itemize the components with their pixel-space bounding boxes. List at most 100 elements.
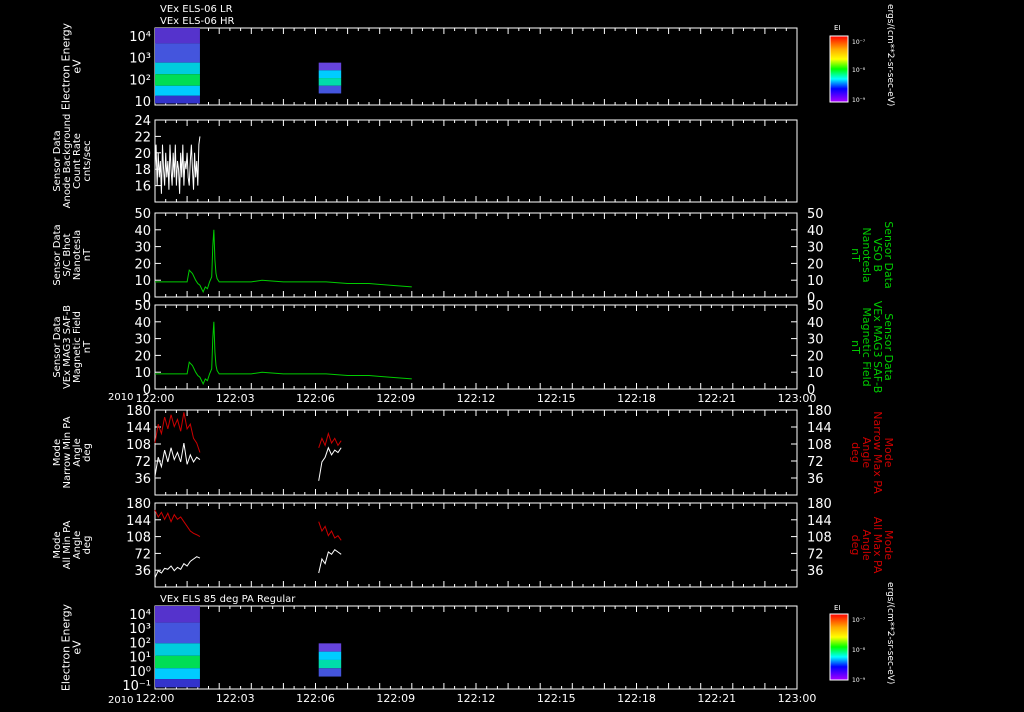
y-tick-label: 20: [134, 257, 151, 272]
panel-frame: [154, 304, 798, 390]
y-tick-label: 40: [134, 224, 151, 239]
y-axis-label: eV: [71, 640, 84, 655]
y-tick-label: 20: [807, 257, 824, 272]
y-axis-label-right: deg: [849, 535, 862, 556]
y-tick-label: 10²: [129, 73, 151, 88]
colorbar-tick: 10⁻⁹: [852, 97, 866, 104]
y-tick-label: 30: [807, 333, 824, 348]
y-tick-label: 180: [807, 497, 832, 512]
panel-frame: [154, 27, 798, 106]
y-tick-label: 108: [807, 438, 832, 453]
colorbar-units: ergs/(cm**2-sr-sec-eV): [885, 4, 895, 106]
y-axis-label-right: deg: [849, 442, 862, 463]
y-tick-label: 50: [134, 207, 151, 222]
spectrogram-cell: [155, 622, 200, 644]
chart-stage: VEx ELS-06 LR VEx ELS-06 HR VEx ELS 85 d…: [0, 0, 1024, 708]
series-line: [318, 446, 342, 481]
y-axis-label-right: nT: [849, 340, 862, 354]
y-tick-label: 10⁰: [129, 665, 151, 680]
y-tick-label: 50: [807, 207, 824, 222]
series-line: [155, 321, 412, 386]
series-line: [154, 556, 201, 578]
spectrogram-cell: [155, 668, 200, 680]
y-tick-label: 24: [134, 114, 151, 129]
time-tick-label: 122:15: [537, 392, 576, 405]
y-axis-label: cnts/sec: [82, 140, 93, 181]
spectrogram-cell: [318, 70, 342, 79]
time-tick-label: 122:00: [136, 692, 175, 705]
y-tick-label: 10: [807, 274, 824, 289]
y-axis-label: deg: [82, 536, 93, 555]
y-tick-label: 180: [126, 497, 151, 512]
time-tick-label: 122:09: [376, 692, 415, 705]
spectrogram-cell: [155, 62, 200, 75]
colorbar-label: EI: [834, 24, 841, 32]
time-tick-label: 122:21: [697, 392, 736, 405]
spectrogram-cell: [155, 43, 200, 63]
spectrogram-cell: [155, 643, 200, 656]
y-tick-label: 108: [126, 531, 151, 546]
time-tick-label: 122:15: [537, 692, 576, 705]
y-tick-label: 72: [134, 455, 151, 470]
time-tick-label: 122:06: [296, 392, 335, 405]
y-tick-label: 144: [807, 421, 832, 436]
y-tick-label: 10³: [129, 52, 151, 67]
y-tick-label: 20: [134, 349, 151, 364]
spectrogram-cell: [318, 85, 342, 94]
y-tick-label: 144: [126, 421, 151, 436]
y-axis-label: nT: [82, 248, 93, 261]
spectrogram-cell: [155, 655, 200, 669]
colorbar-scale: [829, 613, 849, 681]
y-tick-label: 18: [134, 163, 151, 178]
time-tick-label: 122:03: [216, 692, 255, 705]
colorbar-tick: 10⁻⁸: [852, 647, 866, 654]
spectrogram-cell: [318, 659, 342, 669]
series-line: [318, 431, 342, 448]
time-tick-label: 123:00: [778, 392, 817, 405]
title-bottom: VEx ELS 85 deg PA Regular: [160, 594, 296, 605]
colorbar-tick: 10⁻⁹: [852, 677, 866, 684]
colorbar-tick: 10⁻⁷: [852, 39, 866, 46]
y-tick-label: 36: [807, 472, 824, 487]
y-tick-label: 144: [126, 514, 151, 529]
y-tick-label: 10: [134, 274, 151, 289]
series-line: [154, 136, 201, 194]
panel-frame: [154, 119, 798, 203]
spectrogram-cell: [318, 62, 342, 71]
y-tick-label: 10⁴: [129, 30, 151, 45]
y-tick-label: 22: [134, 130, 151, 145]
series-line: [154, 442, 201, 477]
year-label: 2010: [108, 695, 133, 706]
colorbar-label: EI: [834, 604, 841, 612]
y-axis-label: nT: [82, 340, 93, 353]
panel-frame: [154, 605, 798, 690]
spectrogram-cell: [318, 651, 342, 660]
y-tick-label: 10³: [129, 622, 151, 637]
y-tick-label: 50: [807, 299, 824, 314]
title-top-1: VEx ELS-06 LR: [160, 4, 233, 15]
y-tick-label: 108: [807, 531, 832, 546]
y-tick-label: 36: [807, 564, 824, 579]
y-tick-label: 40: [807, 224, 824, 239]
colorbar-tick: 10⁻⁷: [852, 617, 866, 624]
y-tick-label: 72: [134, 547, 151, 562]
series-line: [154, 412, 201, 453]
colorbar-scale: [829, 35, 849, 103]
y-axis-label-right: nT: [849, 248, 862, 262]
y-tick-label: 50: [134, 299, 151, 314]
panel-frame: [154, 409, 798, 496]
y-axis-label: eV: [71, 59, 84, 74]
series-line: [155, 229, 412, 294]
y-tick-label: 144: [807, 514, 832, 529]
y-tick-label: 16: [134, 180, 151, 195]
y-tick-label: 10: [134, 95, 151, 110]
colorbar-bottom: EI 10⁻⁷ 10⁻⁸ 10⁻⁹ ergs/(cm**2-sr-sec-eV): [829, 582, 895, 684]
colorbar-top: EI 10⁻⁷ 10⁻⁸ 10⁻⁹ ergs/(cm**2-sr-sec-eV): [829, 4, 895, 106]
y-tick-label: 10: [134, 366, 151, 381]
y-tick-label: 20: [807, 349, 824, 364]
title-top-2: VEx ELS-06 HR: [160, 16, 235, 27]
spectrogram-cell: [155, 74, 200, 86]
spectrogram-cell: [318, 668, 342, 677]
spectrogram-cell: [155, 28, 200, 44]
spectrogram-cell: [155, 606, 200, 623]
